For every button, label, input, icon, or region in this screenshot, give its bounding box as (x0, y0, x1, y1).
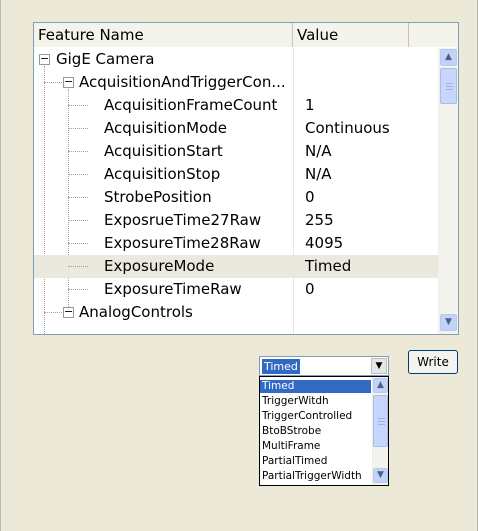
tree-branch-line (44, 312, 62, 313)
tree-branch-line (68, 220, 88, 221)
row-name: ExposrueTime27Raw (104, 211, 262, 229)
tree-row-strobe-position[interactable]: StrobePosition 0 (34, 186, 438, 209)
row-value[interactable]: 255 (305, 209, 334, 232)
scroll-up-icon[interactable]: ▲ (440, 49, 457, 66)
column-header-filler (409, 23, 458, 47)
collapse-icon[interactable]: − (63, 306, 74, 318)
row-name: AcquisitionStop (104, 165, 221, 183)
tree-branch-line (68, 174, 88, 175)
dropdown-option[interactable]: PartialTriggerWidth (260, 470, 371, 483)
row-value[interactable]: 0 (305, 186, 315, 209)
tree-branch-line (68, 128, 88, 129)
chevron-down-icon[interactable]: ▼ (371, 358, 387, 374)
tree-branch-line (68, 243, 88, 244)
row-value[interactable]: Timed (305, 255, 351, 278)
dropdown-option[interactable]: MultiFrame (260, 440, 371, 453)
tree-branch-line (68, 105, 88, 106)
write-button[interactable]: Write (408, 350, 458, 374)
row-value[interactable]: N/A (305, 140, 332, 163)
dropdown-scrollbar[interactable]: ▲ ▼ (372, 377, 388, 485)
scroll-thumb[interactable] (440, 68, 457, 104)
row-name: AcquisitionFrameCount (104, 96, 278, 114)
tree-row-acquisition-mode[interactable]: AcquisitionMode Continuous (34, 117, 438, 140)
tree-row-exposure-time-28-raw[interactable]: ExposureTime28Raw 4095 (34, 232, 438, 255)
tree-branch-line (68, 197, 88, 198)
row-value[interactable]: 0 (305, 278, 315, 301)
dropdown-option[interactable]: PartialTimed (260, 455, 371, 468)
grid-scrollbar[interactable]: ▲ ▼ (438, 48, 458, 334)
tree-row-acquisition-stop[interactable]: AcquisitionStop N/A (34, 163, 438, 186)
tree-row-exposrue-time-27-raw[interactable]: ExposrueTime27Raw 255 (34, 209, 438, 232)
grid-header: Feature Name Value (34, 23, 458, 47)
scroll-thumb[interactable] (373, 395, 388, 447)
dropdown-option[interactable]: TriggerControlled (260, 410, 371, 423)
tree-branch-line (68, 266, 88, 267)
row-name: GigE Camera (56, 50, 155, 68)
grip-line (378, 421, 385, 422)
scroll-up-icon[interactable]: ▲ (373, 378, 388, 393)
tree-row-acquisition-frame-count[interactable]: AcquisitionFrameCount 1 (34, 94, 438, 117)
row-value[interactable]: 1 (305, 94, 315, 117)
tree-branch-line (68, 151, 88, 152)
exposure-mode-combobox[interactable]: Timed ▼ (259, 356, 389, 376)
tree-row-exposure-time-raw[interactable]: ExposureTimeRaw 0 (34, 278, 438, 301)
row-value[interactable]: Continuous (305, 117, 390, 140)
tree-row-analog-controls[interactable]: − AnalogControls (34, 301, 438, 324)
collapse-icon[interactable]: − (63, 76, 74, 88)
row-name: ExposureTimeRaw (104, 280, 242, 298)
scroll-down-icon[interactable]: ▼ (440, 314, 457, 331)
row-name: ExposureTime28Raw (104, 234, 261, 252)
row-value[interactable]: N/A (305, 163, 332, 186)
scroll-down-icon[interactable]: ▼ (373, 468, 388, 483)
grip-line (378, 418, 385, 419)
combobox-selected-value[interactable]: Timed (262, 359, 300, 374)
dropdown-option[interactable]: Timed (260, 380, 371, 393)
row-value[interactable]: 4095 (305, 232, 343, 255)
row-name: AcquisitionStart (104, 142, 223, 160)
dropdown-option[interactable]: TriggerWitdh (260, 395, 371, 408)
column-header-feature-name[interactable]: Feature Name (34, 23, 293, 47)
grip-line (378, 424, 385, 425)
tree-row-acquisition-and-trigger[interactable]: − AcquisitionAndTriggerCon... (34, 71, 438, 94)
tree-branch-line (44, 82, 62, 83)
row-name: ExposureMode (104, 257, 215, 275)
grip-line (446, 83, 453, 84)
row-name: AcquisitionAndTriggerCon... (79, 73, 286, 91)
grip-line (446, 86, 453, 87)
row-name: StrobePosition (104, 188, 212, 206)
combobox-dropdown-list[interactable]: Timed TriggerWitdh TriggerControlled Bto… (259, 376, 389, 486)
tree-row-exposure-mode[interactable]: ExposureMode Timed (34, 255, 438, 278)
grip-line (446, 89, 453, 90)
tree-branch-line (68, 289, 88, 290)
collapse-icon[interactable]: − (39, 53, 50, 65)
column-header-value[interactable]: Value (293, 23, 409, 47)
row-name: AcquisitionMode (104, 119, 228, 137)
tree-row-acquisition-start[interactable]: AcquisitionStart N/A (34, 140, 438, 163)
dropdown-option[interactable]: BtoBStrobe (260, 425, 371, 438)
feature-grid[interactable]: Feature Name Value − GigE Camera − Acqui… (33, 22, 459, 335)
tree-row-gige-camera[interactable]: − GigE Camera (34, 48, 438, 71)
row-name: AnalogControls (79, 303, 193, 321)
